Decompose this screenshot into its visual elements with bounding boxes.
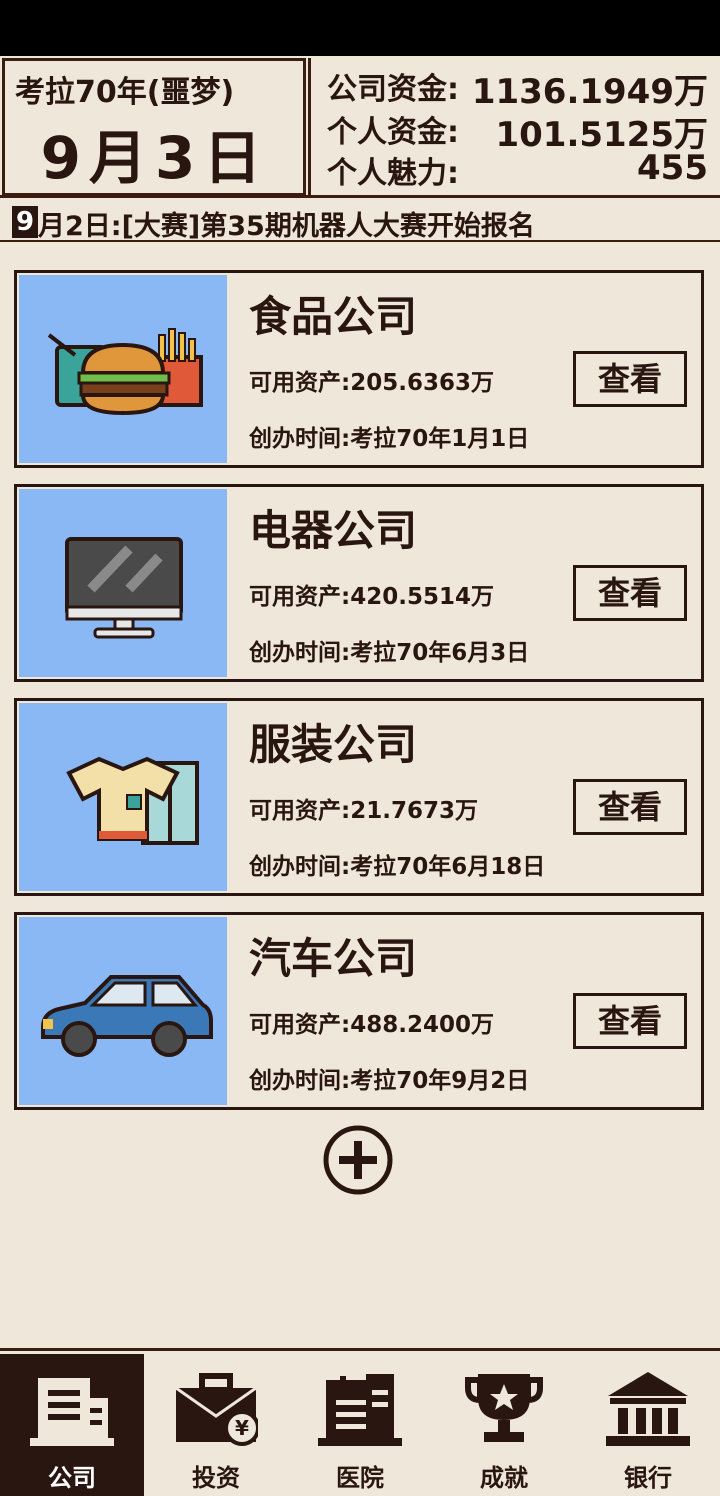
status-bar — [0, 0, 720, 56]
plus-circle-icon — [323, 1125, 393, 1195]
food-icon — [47, 328, 203, 416]
personal-funds-label: 个人资金: — [327, 115, 459, 150]
company-thumb — [19, 917, 227, 1105]
tab-bank[interactable]: 银行 — [576, 1354, 720, 1496]
company-thumb — [19, 275, 227, 463]
svg-text:¥: ¥ — [235, 1416, 249, 1440]
company-assets: 可用资产:488.2400万 — [249, 1012, 494, 1038]
tab-achievement[interactable]: 成就 — [432, 1354, 576, 1496]
company-funds-label: 公司资金: — [327, 72, 459, 107]
personal-funds-row: 个人资金: 101.5125万 — [327, 107, 708, 155]
car-icon — [41, 975, 213, 1057]
charisma-value: 455 — [637, 148, 708, 188]
tab-label: 银行 — [624, 1464, 672, 1492]
date-box: 考拉70年(噩梦) 9月3日 — [2, 58, 306, 196]
view-button[interactable]: 查看 — [573, 351, 687, 407]
tab-hospital[interactable]: 医院 — [288, 1354, 432, 1496]
ticker-message: 月2日:[大赛]第35期机器人大赛开始报名 — [38, 211, 535, 242]
company-name: 电器公司 — [249, 506, 418, 555]
header: 考拉70年(噩梦) 9月3日 公司资金: 1136.1949万 个人资金: 10… — [0, 56, 720, 198]
company-name: 食品公司 — [249, 292, 418, 341]
tab-label: 成就 — [480, 1464, 528, 1492]
monitor-icon — [65, 537, 183, 639]
clothes-icon — [66, 756, 199, 845]
charisma-label: 个人魅力: — [327, 156, 459, 191]
company-assets: 可用资产:420.5514万 — [249, 584, 494, 610]
company-thumb — [19, 703, 227, 891]
company-founded: 创办时间:考拉70年9月2日 — [249, 1068, 530, 1094]
company-card-clothing[interactable]: 服装公司 可用资产:21.7673万 创办时间:考拉70年6月18日 查看 — [14, 698, 704, 896]
briefcase-icon: ¥ — [175, 1373, 258, 1446]
company-name: 汽车公司 — [249, 934, 418, 983]
company-card-electronics[interactable]: 电器公司 可用资产:420.5514万 创办时间:考拉70年6月3日 查看 — [14, 484, 704, 682]
hospital-icon — [318, 1374, 402, 1446]
tab-label: 公司 — [48, 1464, 96, 1492]
company-founded: 创办时间:考拉70年1月1日 — [249, 426, 530, 452]
building-icon — [30, 1378, 114, 1446]
tab-invest[interactable]: ¥ 投资 — [144, 1354, 288, 1496]
bottom-tab-bar: 公司 ¥ 投资 医院 成就 银行 — [0, 1348, 720, 1496]
current-date: 9月3日 — [40, 124, 270, 192]
company-assets: 可用资产:21.7673万 — [249, 798, 478, 824]
company-funds-row: 公司资金: 1136.1949万 — [327, 64, 708, 112]
view-button[interactable]: 查看 — [573, 779, 687, 835]
tab-label: 投资 — [192, 1464, 240, 1492]
view-button[interactable]: 查看 — [573, 565, 687, 621]
bank-icon — [606, 1372, 690, 1446]
tab-company[interactable]: 公司 — [0, 1354, 144, 1496]
ticker-day: 9 — [12, 206, 38, 238]
company-founded: 创办时间:考拉70年6月3日 — [249, 640, 530, 666]
year-label: 考拉70年(噩梦) — [15, 75, 235, 110]
company-thumb — [19, 489, 227, 677]
company-card-food[interactable]: 食品公司 可用资产:205.6363万 创办时间:考拉70年1月1日 查看 — [14, 270, 704, 468]
company-funds-value: 1136.1949万 — [471, 72, 708, 112]
company-assets: 可用资产:205.6363万 — [249, 370, 494, 396]
company-card-car[interactable]: 汽车公司 可用资产:488.2400万 创办时间:考拉70年9月2日 查看 — [14, 912, 704, 1110]
tab-label: 医院 — [336, 1464, 384, 1492]
news-ticker: 9 月2日:[大赛]第35期机器人大赛开始报名 — [0, 202, 720, 242]
company-founded: 创办时间:考拉70年6月18日 — [249, 854, 546, 880]
stats-box: 公司资金: 1136.1949万 个人资金: 101.5125万 个人魅力: 4… — [308, 58, 720, 196]
add-company-button[interactable] — [322, 1124, 394, 1196]
view-button[interactable]: 查看 — [573, 993, 687, 1049]
charisma-row: 个人魅力: 455 — [327, 148, 708, 191]
company-name: 服装公司 — [249, 720, 418, 769]
trophy-icon — [465, 1374, 543, 1442]
